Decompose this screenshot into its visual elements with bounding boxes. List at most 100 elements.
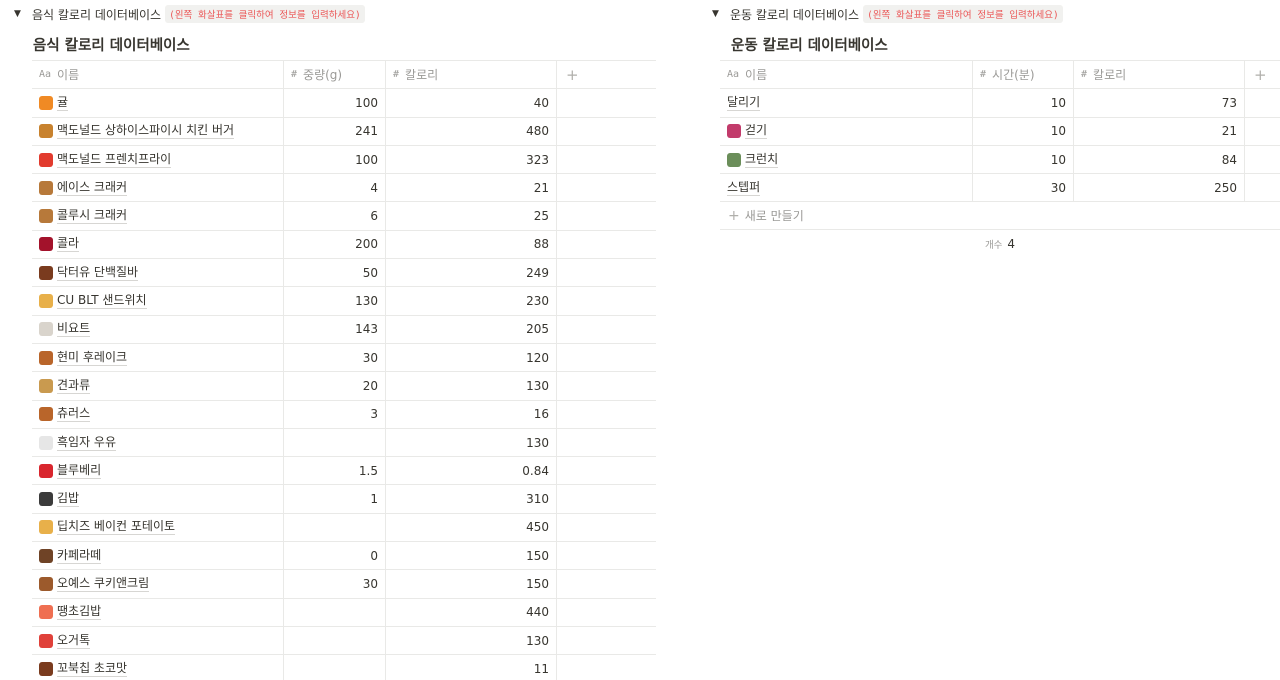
calories-cell[interactable]: 205 [386, 315, 557, 343]
calories-cell[interactable]: 130 [386, 372, 557, 400]
column-header-name[interactable]: Aa 이름 [720, 61, 973, 89]
name-cell[interactable]: 흑임자 우유 [32, 428, 284, 457]
weight-cell[interactable] [284, 626, 386, 655]
count-summary[interactable]: 개수 4 [720, 230, 1280, 258]
time-cell[interactable]: 30 [973, 174, 1074, 202]
table-row[interactable]: 달리기 10 73 [720, 89, 1280, 118]
table-row[interactable]: 콜루시 크래커 6 25 [32, 202, 656, 231]
name-cell[interactable]: 블루베리 [32, 457, 284, 485]
calories-cell[interactable]: 11 [386, 655, 557, 680]
name-cell[interactable]: 오거톡 [32, 626, 284, 655]
table-row[interactable]: 콜라 200 88 [32, 230, 656, 260]
weight-cell[interactable] [284, 655, 386, 680]
calories-cell[interactable]: 150 [386, 570, 557, 598]
name-cell[interactable]: 꼬북칩 초코맛 [32, 655, 284, 680]
table-row[interactable]: 에이스 크래커 4 21 [32, 174, 656, 203]
table-row[interactable]: 맥도널드 프렌치프라이 100 323 [32, 145, 656, 175]
table-row[interactable]: CU BLT 샌드위치 130 230 [32, 287, 656, 316]
table-row[interactable]: 카페라떼 0 150 [32, 542, 656, 571]
weight-cell[interactable]: 20 [284, 372, 386, 400]
toggle-triangle-icon[interactable]: ▼ [14, 9, 32, 19]
name-cell[interactable]: 비요트 [32, 315, 284, 343]
weight-cell[interactable]: 3 [284, 400, 386, 428]
calories-cell[interactable]: 21 [386, 174, 557, 202]
table-row[interactable]: 꼬북칩 초코맛 11 [32, 655, 656, 680]
name-cell[interactable]: 달리기 [720, 89, 973, 117]
calories-cell[interactable]: 0.84 [386, 457, 557, 485]
weight-cell[interactable] [284, 513, 386, 542]
weight-cell[interactable]: 241 [284, 117, 386, 145]
weight-cell[interactable]: 1 [284, 485, 386, 513]
calories-cell[interactable]: 230 [386, 287, 557, 315]
add-column-plus-icon[interactable]: + [1254, 66, 1267, 84]
new-row-button[interactable]: + 새로 만들기 [720, 202, 1280, 231]
weight-cell[interactable]: 30 [284, 343, 386, 372]
table-row[interactable]: 크런치 10 84 [720, 145, 1280, 175]
name-cell[interactable]: 맥도널드 상하이스파이시 치킨 버거 [32, 117, 284, 145]
table-row[interactable]: 스텝퍼 30 250 [720, 174, 1280, 203]
calories-cell[interactable]: 130 [386, 428, 557, 457]
name-cell[interactable]: CU BLT 샌드위치 [32, 287, 284, 315]
name-cell[interactable]: 귤 [32, 89, 284, 117]
table-row[interactable]: 땡초김밥 440 [32, 598, 656, 627]
name-cell[interactable]: 김밥 [32, 485, 284, 513]
time-cell[interactable]: 10 [973, 117, 1074, 145]
weight-cell[interactable] [284, 598, 386, 626]
name-cell[interactable]: 콜라 [32, 230, 284, 259]
column-header-calories[interactable]: # 칼로리 [1074, 61, 1245, 89]
name-cell[interactable]: 딥치즈 베이컨 포테이토 [32, 513, 284, 542]
name-cell[interactable]: 츄러스 [32, 400, 284, 428]
name-cell[interactable]: 견과류 [32, 372, 284, 400]
calories-cell[interactable]: 480 [386, 117, 557, 145]
calories-cell[interactable]: 249 [386, 259, 557, 287]
name-cell[interactable]: 스텝퍼 [720, 174, 973, 202]
calories-cell[interactable]: 120 [386, 343, 557, 372]
table-row[interactable]: 닥터유 단백질바 50 249 [32, 259, 656, 288]
calories-cell[interactable]: 25 [386, 202, 557, 230]
calories-cell[interactable]: 250 [1074, 174, 1245, 202]
calories-cell[interactable]: 84 [1074, 145, 1245, 174]
weight-cell[interactable]: 200 [284, 230, 386, 259]
column-header-calories[interactable]: # 칼로리 [386, 61, 557, 89]
time-cell[interactable]: 10 [973, 145, 1074, 174]
weight-cell[interactable]: 1.5 [284, 457, 386, 485]
calories-cell[interactable]: 21 [1074, 117, 1245, 145]
calories-cell[interactable]: 40 [386, 89, 557, 117]
weight-cell[interactable]: 30 [284, 570, 386, 598]
weight-cell[interactable]: 143 [284, 315, 386, 343]
column-header-weight[interactable]: # 중량(g) [284, 61, 386, 89]
weight-cell[interactable]: 4 [284, 174, 386, 202]
table-row[interactable]: 귤 100 40 [32, 89, 656, 118]
name-cell[interactable]: 닥터유 단백질바 [32, 259, 284, 287]
column-header-time[interactable]: # 시간(분) [973, 61, 1074, 89]
name-cell[interactable]: 크런치 [720, 145, 973, 174]
toggle-triangle-icon[interactable]: ▼ [712, 9, 730, 19]
calories-cell[interactable]: 310 [386, 485, 557, 513]
table-row[interactable]: 딥치즈 베이컨 포테이토 450 [32, 513, 656, 543]
name-cell[interactable]: 현미 후레이크 [32, 343, 284, 372]
name-cell[interactable]: 오예스 쿠키앤크림 [32, 570, 284, 598]
table-row[interactable]: 현미 후레이크 30 120 [32, 343, 656, 373]
calories-cell[interactable]: 88 [386, 230, 557, 259]
weight-cell[interactable]: 100 [284, 89, 386, 117]
table-row[interactable]: 비요트 143 205 [32, 315, 656, 344]
weight-cell[interactable]: 50 [284, 259, 386, 287]
name-cell[interactable]: 콜루시 크래커 [32, 202, 284, 230]
calories-cell[interactable]: 150 [386, 542, 557, 570]
calories-cell[interactable]: 450 [386, 513, 557, 542]
add-column-plus-icon[interactable]: + [566, 66, 579, 84]
name-cell[interactable]: 에이스 크래커 [32, 174, 284, 202]
table-row[interactable]: 블루베리 1.5 0.84 [32, 457, 656, 486]
column-header-name[interactable]: Aa 이름 [32, 61, 284, 89]
weight-cell[interactable]: 6 [284, 202, 386, 230]
weight-cell[interactable]: 130 [284, 287, 386, 315]
time-cell[interactable]: 10 [973, 89, 1074, 117]
weight-cell[interactable]: 100 [284, 145, 386, 174]
table-row[interactable]: 김밥 1 310 [32, 485, 656, 514]
calories-cell[interactable]: 440 [386, 598, 557, 626]
calories-cell[interactable]: 323 [386, 145, 557, 174]
name-cell[interactable]: 걷기 [720, 117, 973, 145]
table-row[interactable]: 맥도널드 상하이스파이시 치킨 버거 241 480 [32, 117, 656, 146]
calories-cell[interactable]: 73 [1074, 89, 1245, 117]
table-row[interactable]: 흑임자 우유 130 [32, 428, 656, 458]
